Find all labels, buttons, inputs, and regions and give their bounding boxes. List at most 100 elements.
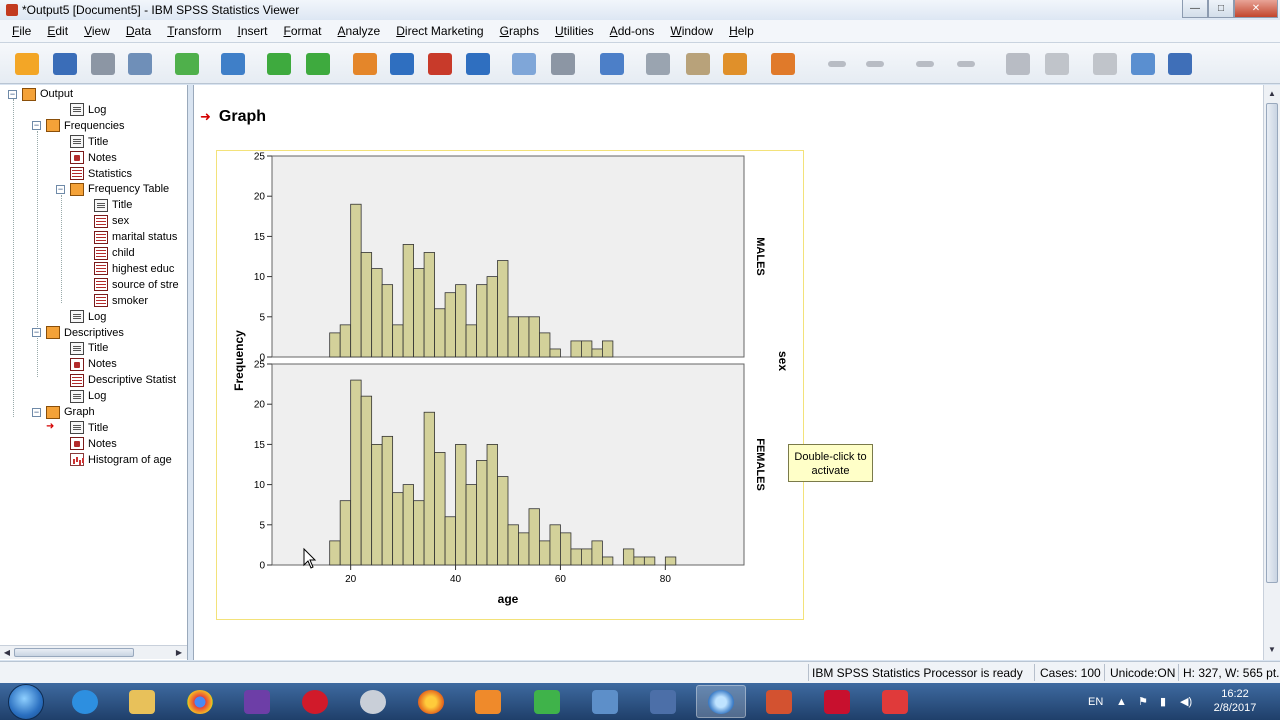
outline-item-notes[interactable]: Notes bbox=[56, 436, 117, 452]
hide-output-icon[interactable] bbox=[1090, 49, 1120, 79]
menu-view[interactable]: View bbox=[76, 24, 118, 38]
hide-icon[interactable] bbox=[597, 49, 627, 79]
outline-item-log[interactable]: Log bbox=[56, 388, 106, 404]
taskbar-powerpoint[interactable] bbox=[754, 685, 804, 718]
volume-icon[interactable]: ◀) bbox=[1180, 683, 1192, 720]
scrollbar-thumb[interactable] bbox=[14, 648, 134, 657]
outline-item-notes[interactable]: Notes bbox=[56, 150, 117, 166]
taskbar-app[interactable] bbox=[348, 685, 398, 718]
taskbar-tools[interactable] bbox=[638, 685, 688, 718]
goto-case-icon[interactable] bbox=[387, 49, 417, 79]
outline-item-title[interactable]: Title bbox=[80, 197, 132, 213]
collapse-icon[interactable] bbox=[1003, 49, 1033, 79]
taskbar-visual-studio[interactable] bbox=[232, 685, 282, 718]
show-hidden-icons-icon[interactable]: ▲ bbox=[1116, 683, 1127, 720]
outline-item-child[interactable]: child bbox=[80, 245, 135, 261]
outline-item-frequencies[interactable]: − Frequencies bbox=[32, 118, 125, 134]
outline-item-source-of-stre[interactable]: source of stre bbox=[80, 277, 179, 293]
menu-edit[interactable]: Edit bbox=[39, 24, 76, 38]
menu-add-ons[interactable]: Add-ons bbox=[602, 24, 663, 38]
insert-new-title-icon[interactable] bbox=[1165, 49, 1195, 79]
menu-graphs[interactable]: Graphs bbox=[492, 24, 547, 38]
outline-item-title[interactable]: Title bbox=[56, 340, 108, 356]
taskbar-internet-explorer[interactable] bbox=[60, 685, 110, 718]
outline-item-title[interactable]: Title bbox=[56, 134, 108, 150]
graph-heading[interactable]: ➜ Graph bbox=[200, 108, 266, 126]
collapse-toggle-icon[interactable]: − bbox=[8, 89, 17, 99]
outline-horizontal-scrollbar[interactable]: ◀ ▶ bbox=[0, 645, 187, 659]
close-button[interactable]: ✕ bbox=[1234, 0, 1278, 18]
designate-window-icon[interactable] bbox=[509, 49, 539, 79]
taskbar-network[interactable] bbox=[580, 685, 630, 718]
print-preview-icon[interactable] bbox=[125, 49, 155, 79]
outline-item-histogram-of-age[interactable]: Histogram of age bbox=[56, 452, 172, 468]
taskbar-chrome[interactable] bbox=[175, 685, 225, 718]
scroll-right-arrow-icon[interactable]: ▶ bbox=[173, 647, 185, 659]
taskbar-media-player[interactable] bbox=[463, 685, 513, 718]
outline-item-title[interactable]: Title bbox=[56, 420, 108, 436]
menu-data[interactable]: Data bbox=[118, 24, 159, 38]
language-indicator[interactable]: EN bbox=[1088, 683, 1103, 720]
insert-chart-icon[interactable] bbox=[822, 49, 852, 79]
menu-direct-marketing[interactable]: Direct Marketing bbox=[388, 24, 491, 38]
menu-format[interactable]: Format bbox=[276, 24, 330, 38]
forward-icon[interactable] bbox=[910, 49, 940, 79]
undo-icon[interactable] bbox=[264, 49, 294, 79]
outline-pane[interactable]: − Output Log − Frequencies Title Notes Statisti… bbox=[0, 85, 188, 660]
menu-insert[interactable]: Insert bbox=[229, 24, 275, 38]
menu-analyze[interactable]: Analyze bbox=[330, 24, 389, 38]
redo-icon[interactable] bbox=[303, 49, 333, 79]
taskbar-acrobat[interactable] bbox=[812, 685, 862, 718]
maximize-button[interactable]: □ bbox=[1208, 0, 1234, 18]
show-all-icon[interactable] bbox=[548, 49, 578, 79]
content-vertical-scrollbar[interactable]: ▲ ▼ bbox=[1263, 85, 1280, 660]
insert-heading-icon[interactable] bbox=[683, 49, 713, 79]
outline-item-log[interactable]: Log bbox=[56, 309, 106, 325]
insert-text-icon[interactable] bbox=[768, 49, 798, 79]
menu-window[interactable]: Window bbox=[662, 24, 721, 38]
open-icon[interactable] bbox=[12, 49, 42, 79]
histogram-chart[interactable]: 0 5 10 15 20 25 MALES 0 5 10 15 20 25 FEMALES 20 40 60 80… bbox=[216, 150, 804, 620]
taskbar-spss[interactable] bbox=[696, 685, 746, 718]
menu-utilities[interactable]: Utilities bbox=[547, 24, 602, 38]
scroll-up-arrow-icon[interactable]: ▲ bbox=[1266, 87, 1278, 101]
show-icon[interactable] bbox=[1042, 49, 1072, 79]
menu-help[interactable]: Help bbox=[721, 24, 762, 38]
taskbar-camtasia[interactable] bbox=[522, 685, 572, 718]
collapse-toggle-icon[interactable]: − bbox=[32, 121, 41, 131]
collapse-toggle-icon[interactable]: − bbox=[56, 184, 65, 194]
outline-item-sex[interactable]: sex bbox=[80, 213, 129, 229]
outline-item-log[interactable]: Log bbox=[56, 102, 106, 118]
collapse-toggle-icon[interactable]: − bbox=[32, 328, 41, 337]
taskbar-firefox[interactable] bbox=[406, 685, 456, 718]
variables-icon[interactable] bbox=[463, 49, 493, 79]
outline-item-descriptive-statist[interactable]: Descriptive Statist bbox=[56, 372, 176, 388]
recall-dialog-icon[interactable] bbox=[218, 49, 248, 79]
network-status-icon[interactable]: ▮ bbox=[1160, 683, 1166, 720]
export-icon[interactable] bbox=[172, 49, 202, 79]
insert-new-heading-icon[interactable] bbox=[1128, 49, 1158, 79]
outline-item-statistics[interactable]: Statistics bbox=[56, 166, 132, 182]
minimize-button[interactable]: — bbox=[1182, 0, 1208, 18]
pivot-icon[interactable] bbox=[643, 49, 673, 79]
goto-data-icon[interactable] bbox=[350, 49, 380, 79]
scroll-left-arrow-icon[interactable]: ◀ bbox=[1, 647, 13, 659]
outline-item-highest-educ[interactable]: highest educ bbox=[80, 261, 174, 277]
taskbar-opera[interactable] bbox=[290, 685, 340, 718]
outline-item-smoker[interactable]: smoker bbox=[80, 293, 148, 309]
outline-item-descriptives[interactable]: − Descriptives bbox=[32, 325, 124, 341]
goto-variable-icon[interactable] bbox=[425, 49, 455, 79]
back-icon[interactable] bbox=[860, 49, 890, 79]
insert-title-icon[interactable] bbox=[720, 49, 750, 79]
taskbar-camtasia-recorder[interactable] bbox=[870, 685, 920, 718]
expand-icon[interactable] bbox=[951, 49, 981, 79]
outline-item-frequency-table[interactable]: − Frequency Table bbox=[56, 181, 169, 197]
start-button[interactable] bbox=[8, 684, 44, 720]
taskbar-file-explorer[interactable] bbox=[117, 685, 167, 718]
print-icon[interactable] bbox=[88, 49, 118, 79]
outline-item-marital-status[interactable]: marital status bbox=[80, 229, 177, 245]
menu-transform[interactable]: Transform bbox=[159, 24, 229, 38]
collapse-toggle-icon[interactable]: − bbox=[32, 407, 41, 417]
scrollbar-thumb[interactable] bbox=[1266, 103, 1278, 583]
outline-item-notes[interactable]: Notes bbox=[56, 356, 117, 372]
